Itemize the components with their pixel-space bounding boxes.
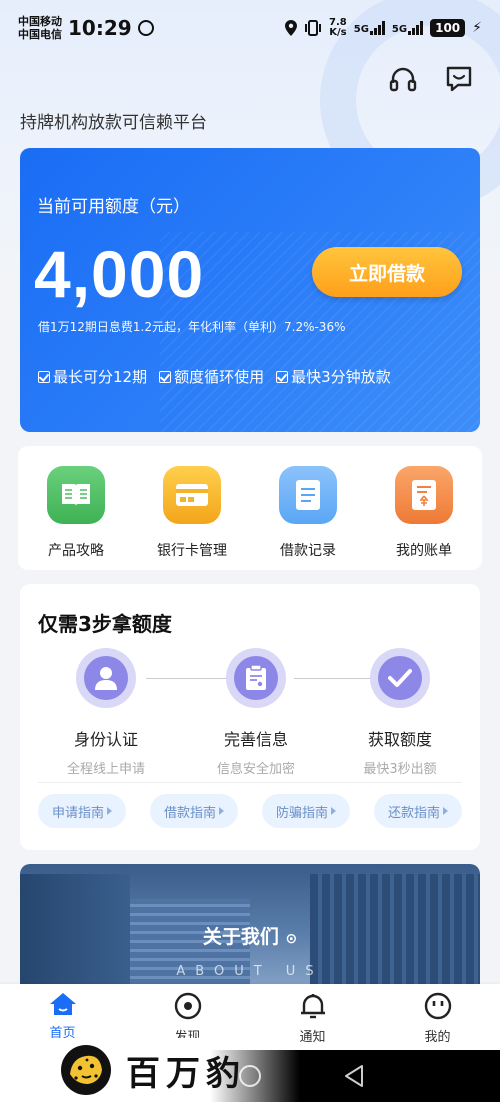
step-credit: 获取额度 最快3秒出额: [330, 648, 470, 777]
guide-label: 防骗指南: [275, 805, 328, 821]
bank-card-icon: [163, 466, 221, 524]
tab-profile[interactable]: 我的: [375, 984, 500, 1050]
carrier-1: 中国移动: [18, 15, 62, 28]
credit-amount: 4,000: [34, 237, 205, 311]
network-type-1: 5G: [353, 24, 369, 35]
step-icon-bg: [370, 648, 430, 708]
bill-icon: [395, 466, 453, 524]
steps-card: 仅需3步拿额度 身份认证 全程线上申请 完善信息 信息安全加密 获取额度 最快3…: [20, 584, 480, 850]
signal-bars-icon: [369, 21, 385, 35]
signal-bars-icon: [408, 21, 424, 35]
feature-item: 额度循环使用: [159, 366, 264, 387]
checkbox-icon: [276, 370, 289, 383]
about-title: 关于我们 ⊙: [20, 922, 480, 949]
status-time: 10:29: [68, 16, 132, 40]
network-type-2: 5G: [391, 24, 408, 35]
book-icon: [47, 466, 105, 524]
step-title: 完善信息: [223, 730, 288, 749]
step-subtitle: 最快3秒出额: [363, 762, 437, 777]
credit-label: 当前可用额度（元）: [37, 197, 190, 217]
tab-label: 我的: [424, 1030, 451, 1045]
message-icon[interactable]: [444, 64, 474, 94]
credit-card: 当前可用额度（元） 4,000 立即借款 借1万12期日息费1.2元起，年化利率…: [20, 148, 480, 432]
feature-list: 最长可分12期 额度循环使用 最快3分钟放款: [38, 366, 391, 387]
carrier-2: 中国电信: [18, 28, 62, 41]
quick-entry-label: 产品攻略: [48, 543, 104, 559]
compass-icon: [174, 992, 201, 1020]
feature-label: 最快3分钟放款: [291, 368, 391, 386]
checkmark-icon: [378, 656, 422, 700]
step-title: 身份认证: [73, 730, 138, 749]
quick-entry-label: 我的账单: [396, 543, 452, 559]
status-bar: 中国移动 中国电信 10:29 7.8 K/s 5G 5G 100 ⚡: [0, 0, 500, 56]
about-us-banner[interactable]: 关于我们 ⊙ ABOUT US: [20, 864, 480, 994]
steps-title: 仅需3步拿额度: [38, 612, 172, 636]
quick-entry-bank-card[interactable]: 银行卡管理: [134, 446, 250, 570]
arrow-right-icon: [219, 807, 224, 815]
step-info: 完善信息 信息安全加密: [186, 648, 326, 777]
clipboard-icon: [234, 656, 278, 700]
arrow-circle-icon: ⊙: [285, 931, 298, 947]
loan-guide-button[interactable]: 借款指南: [150, 794, 238, 828]
anti-fraud-guide-button[interactable]: 防骗指南: [262, 794, 350, 828]
step-icon-bg: [76, 648, 136, 708]
feature-item: 最长可分12期: [38, 366, 147, 387]
watermark-text: 百万豹: [126, 1053, 246, 1094]
leopard-logo-icon: [61, 1045, 111, 1095]
signal-1: 5G: [354, 21, 385, 35]
quick-entry-label: 借款记录: [280, 543, 336, 559]
step-icon-bg: [226, 648, 286, 708]
user-icon: [84, 656, 128, 700]
document-icon: [279, 466, 337, 524]
arrow-right-icon: [107, 807, 112, 815]
quick-entry-loan-records[interactable]: 借款记录: [250, 446, 366, 570]
step-subtitle: 信息安全加密: [216, 762, 295, 777]
quick-entry-label: 银行卡管理: [157, 543, 227, 559]
bell-icon: [300, 994, 325, 1019]
battery-level: 100: [430, 19, 466, 37]
borrow-now-button[interactable]: 立即借款: [312, 247, 462, 297]
vibrate-icon: [305, 20, 322, 36]
guide-label: 还款指南: [387, 805, 440, 821]
profile-face-icon: [424, 992, 451, 1020]
about-subtitle: ABOUT US: [176, 964, 324, 979]
checkbox-icon: [159, 370, 172, 383]
feature-label: 最长可分12期: [53, 368, 148, 386]
quick-entry-my-bills[interactable]: 我的账单: [366, 446, 482, 570]
net-speed-unit: K/s: [329, 27, 347, 38]
quick-entries: 产品攻略 银行卡管理 借款记录 我的账单: [18, 446, 482, 570]
step-subtitle: 全程线上申请: [66, 762, 145, 777]
about-title-text: 关于我们: [202, 926, 279, 948]
feature-label: 额度循环使用: [174, 368, 265, 386]
platform-subtitle: 持牌机构放款可信赖平台: [20, 113, 207, 133]
tab-label: 通知: [299, 1030, 326, 1045]
alarm-icon: [137, 20, 154, 36]
step-identity: 身份认证 全程线上申请: [36, 648, 176, 777]
net-speed: 7.8 K/s: [329, 18, 347, 38]
location-icon: [285, 20, 298, 36]
customer-service-icon[interactable]: [388, 64, 418, 94]
status-indicators: 7.8 K/s 5G 5G 100 ⚡: [285, 18, 482, 38]
guide-label: 借款指南: [163, 805, 216, 821]
repay-guide-button[interactable]: 还款指南: [374, 794, 462, 828]
apply-guide-button[interactable]: 申请指南: [38, 794, 126, 828]
arrow-right-icon: [331, 807, 336, 815]
checkbox-icon: [38, 370, 50, 383]
guide-links: 申请指南 借款指南 防骗指南 还款指南: [38, 794, 462, 828]
back-icon[interactable]: [343, 1064, 365, 1088]
rate-note: 借1万12期日息费1.2元起，年化利率（单利）7.2%-36%: [38, 320, 346, 334]
step-title: 获取额度: [367, 730, 432, 749]
guide-label: 申请指南: [51, 805, 104, 821]
watermark: 百万豹: [0, 1038, 300, 1102]
home-icon: [49, 993, 76, 1015]
quick-entry-product-guide[interactable]: 产品攻略: [18, 446, 134, 570]
divider: [38, 782, 462, 783]
arrow-right-icon: [443, 807, 448, 815]
feature-item: 最快3分钟放款: [276, 366, 391, 387]
charging-icon: ⚡: [472, 20, 482, 36]
carrier-labels: 中国移动 中国电信: [18, 15, 62, 41]
signal-2: 5G: [391, 21, 424, 35]
